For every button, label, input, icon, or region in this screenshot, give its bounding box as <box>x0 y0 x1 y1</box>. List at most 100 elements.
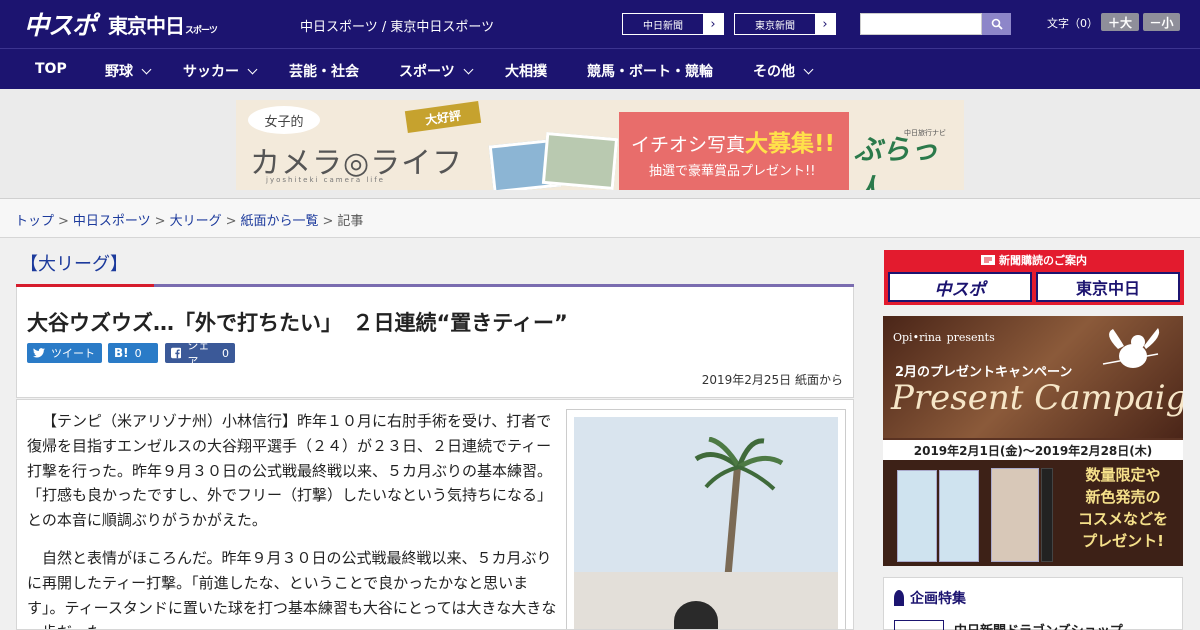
banner-campaign-text: イチオシ写真大募集!! <box>631 124 835 158</box>
product-liner <box>1041 468 1053 562</box>
nav-item-keiba[interactable]: 競馬・ボート・競輪 <box>587 61 713 81</box>
twitter-bird-icon <box>33 348 45 358</box>
nav-label: 野球 <box>105 64 133 80</box>
chevron-down-icon <box>141 64 152 75</box>
article-photo-frame <box>566 409 846 629</box>
banner-campaign-line: イチオシ写真 <box>631 134 746 156</box>
search-input[interactable] <box>860 13 982 35</box>
banner-area: 女子的 カメラ◎ライフ jyoshiteki camera life 大好評 イ… <box>0 89 1200 199</box>
present-ad-limited-4: プレゼント! <box>1082 532 1164 550</box>
nav-item-sports[interactable]: スポーツ <box>399 61 474 81</box>
hatena-bookmark-button[interactable]: B! 0 <box>108 343 158 363</box>
camera-life-banner[interactable]: 女子的 カメラ◎ライフ jyoshiteki camera life 大好評 イ… <box>236 100 964 190</box>
nav-item-entertainment[interactable]: 芸能・社会 <box>289 61 359 81</box>
ribbon-icon <box>894 590 904 606</box>
breadcrumb: トップ > 中日スポーツ > 大リーグ > 紙面から一覧 > 記事 <box>0 199 1200 238</box>
special-features-title: 企画特集 <box>910 591 966 607</box>
nav-label: その他 <box>753 64 795 80</box>
article-category[interactable]: 【大リーグ】 <box>16 250 154 287</box>
banner-joshi: 女子的 <box>248 106 320 134</box>
feature-thumbnail <box>894 620 944 630</box>
chevron-down-icon <box>463 64 474 75</box>
nav-item-soccer[interactable]: サッカー <box>183 61 258 81</box>
banner-campaign-big: 大募集!! <box>745 131 835 157</box>
present-ad-limited-1: 数量限定や <box>1085 466 1161 484</box>
present-ad-period: 2019年2月1日(金)～2019年2月28日(木) <box>883 440 1183 460</box>
tokyo-shimbun-label: 東京新聞 <box>755 20 795 32</box>
font-size-label: 文字（0） <box>1047 17 1098 30</box>
nav-item-baseball[interactable]: 野球 <box>105 61 152 81</box>
newspaper-icon <box>981 254 995 265</box>
breadcrumb-separator: > <box>225 214 237 229</box>
present-ad-brand-name: Opi•rina <box>893 331 942 344</box>
banner-burattabi-logo: ぶらっ人 <box>854 133 939 190</box>
present-ad-brand-suffix: presents <box>946 331 995 344</box>
breadcrumb-link-chunichi-sports[interactable]: 中日スポーツ <box>73 214 151 229</box>
article-paragraph: 自然と表情がほころんだ。昨年９月３０日の公式戦最終戦以来、５カ月ぶりに再開したテ… <box>27 549 557 629</box>
search-button[interactable] <box>982 13 1011 35</box>
product-bottle <box>939 470 979 562</box>
nav-label: 競馬・ボート・競輪 <box>587 64 713 80</box>
site-logo[interactable]: 中スポ 東京中日スポーツ <box>24 9 218 40</box>
logo-tokyo-text: 東京中日 <box>108 15 185 38</box>
banner-campaign-panel: イチオシ写真大募集!! 抽選で豪華賞品プレゼント!! <box>619 112 849 190</box>
article-header: 大谷ウズウズ…「外で打ちたい」 ２日連続“置きティー” ツイート B! 0 シェ… <box>16 287 854 398</box>
present-ad-headline: Present Campaign <box>891 378 1183 418</box>
subscription-header: 新聞購読のご案内 <box>884 250 1184 269</box>
font-larger-button[interactable]: ＋大 <box>1101 13 1139 31</box>
top-header: 中スポ 東京中日スポーツ 中日スポーツ / 東京中日スポーツ 中日新聞 › 東京… <box>0 0 1200 48</box>
chevron-down-icon <box>803 64 814 75</box>
breadcrumb-link-top[interactable]: トップ <box>15 214 54 229</box>
nav-item-top[interactable]: TOP <box>35 61 67 77</box>
article-photo[interactable] <box>574 417 838 629</box>
special-feature-item[interactable]: 中日新聞ドラゴンズショップ <box>894 620 1174 630</box>
hatena-count: 0 <box>134 346 142 360</box>
logo-tokyo-small: スポーツ <box>185 24 218 35</box>
nav-label: サッカー <box>183 64 239 80</box>
site-names: 中日スポーツ / 東京中日スポーツ <box>300 20 495 35</box>
banner-prize-text: 抽選で豪華賞品プレゼント!! <box>649 164 816 179</box>
chevron-down-icon <box>247 64 258 75</box>
nav-item-other[interactable]: その他 <box>753 61 814 81</box>
subscription-chuspo-logo[interactable]: 中スポ <box>888 272 1032 302</box>
tokyo-shimbun-link[interactable]: 東京新聞 › <box>734 13 836 35</box>
logo-tokyo-chunichi: 東京中日スポーツ <box>108 10 218 39</box>
present-ad-limited-2: 新色発売の <box>1085 488 1161 506</box>
cupid-icon <box>1102 328 1160 368</box>
breadcrumb-separator: > <box>322 214 334 229</box>
facebook-share-label: シェア <box>187 339 210 368</box>
banner-daihyo-tag: 大好評 <box>404 100 482 134</box>
special-features: 企画特集 中日新聞ドラゴンズショップ <box>883 577 1183 630</box>
present-ad-limited: 数量限定や 新色発売の コスメなどを プレゼント! <box>1068 464 1178 552</box>
search-icon <box>991 18 1003 30</box>
breadcrumb-separator: > <box>58 214 69 229</box>
subscription-tokyo-logo[interactable]: 東京中日 <box>1036 272 1180 302</box>
nav-item-sumo[interactable]: 大相撲 <box>505 61 547 81</box>
breadcrumb-link-paper-list[interactable]: 紙面から一覧 <box>241 214 319 229</box>
present-ad-limited-3: コスメなどを <box>1077 510 1168 528</box>
facebook-share-button[interactable]: シェア 0 <box>165 339 235 368</box>
article-body: 【テンピ（米アリゾナ州）小林信行】昨年１０月に右肘手術を受け、打者で復帰を目指す… <box>16 399 854 630</box>
nav-label: 大相撲 <box>505 64 547 80</box>
present-ad-top: Opi•rina presents 2月のプレゼントキャンペーン Present… <box>883 316 1183 438</box>
banner-photo <box>541 131 619 190</box>
breadcrumb-link-mlb[interactable]: 大リーグ <box>170 214 222 229</box>
chunichi-shimbun-link[interactable]: 中日新聞 › <box>622 13 724 35</box>
feature-label: 中日新聞ドラゴンズショップ <box>954 620 1123 630</box>
subscription-ad[interactable]: 新聞購読のご案内 中スポ 東京中日 <box>884 250 1184 305</box>
article-title: 大谷ウズウズ…「外で打ちたい」 ２日連続“置きティー” <box>27 311 568 335</box>
article-date: 2019年2月25日 紙面から <box>701 373 843 387</box>
tweet-button[interactable]: ツイート <box>27 343 102 363</box>
hatena-bookmark-icon: B! <box>114 346 129 360</box>
special-features-header: 企画特集 <box>894 588 966 608</box>
subscription-logos: 中スポ 東京中日 <box>888 272 1180 302</box>
nav-label: 芸能・社会 <box>289 64 359 80</box>
present-campaign-ad[interactable]: Opi•rina presents 2月のプレゼントキャンペーン Present… <box>883 316 1183 566</box>
facebook-share-count: 0 <box>222 346 229 360</box>
facebook-icon <box>171 347 182 359</box>
main-nav: TOP 野球 サッカー 芸能・社会 スポーツ 大相撲 競馬・ボート・競輪 その他 <box>0 48 1200 89</box>
present-ad-brand: Opi•rina presents <box>893 326 995 345</box>
font-smaller-button[interactable]: －小 <box>1143 13 1180 31</box>
nav-label: TOP <box>35 61 67 77</box>
nav-label: スポーツ <box>399 64 455 80</box>
